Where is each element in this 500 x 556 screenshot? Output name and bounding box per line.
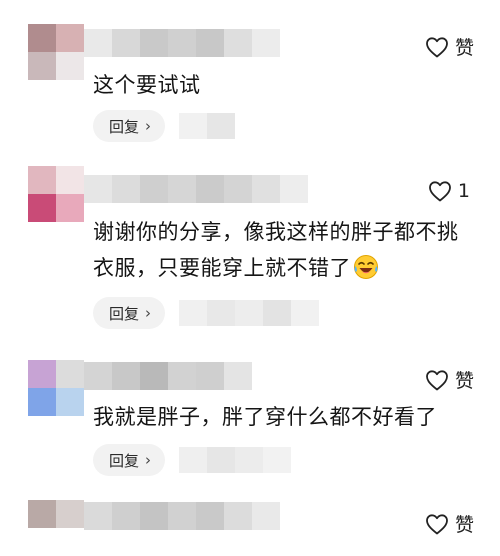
- reply-button[interactable]: 回复 ›: [93, 297, 166, 329]
- like-label: 赞: [454, 370, 474, 392]
- heart-icon: [429, 181, 451, 202]
- like-count: 1: [457, 180, 470, 202]
- reply-label: 回复: [109, 451, 140, 470]
- avatar[interactable]: [28, 166, 84, 222]
- username[interactable]: [84, 29, 284, 57]
- like-button[interactable]: 1: [428, 180, 470, 202]
- reply-button[interactable]: 回复 ›: [93, 444, 166, 476]
- blurred-meta: [179, 113, 236, 139]
- laughing-crying-emoji-icon: [354, 255, 378, 279]
- heart-icon: [426, 369, 448, 390]
- reply-button[interactable]: 回复 ›: [93, 110, 166, 142]
- like-label: 赞: [454, 37, 474, 59]
- username[interactable]: [84, 502, 284, 530]
- username[interactable]: [84, 175, 314, 203]
- comment-text: 谢谢你的分享，像我这样的胖子都不挑 衣服，只要能穿上就不错了: [93, 220, 459, 280]
- heart-icon: [426, 513, 448, 534]
- blurred-meta: [179, 300, 320, 326]
- chevron-right-icon: ›: [145, 304, 152, 322]
- avatar[interactable]: [28, 360, 84, 416]
- chevron-right-icon: ›: [145, 117, 152, 135]
- username[interactable]: [84, 362, 254, 390]
- like-button[interactable]: 赞: [425, 510, 474, 537]
- chevron-right-icon: ›: [145, 451, 152, 469]
- blurred-meta: [179, 447, 292, 473]
- like-label: 赞: [454, 514, 474, 536]
- like-button[interactable]: 赞: [425, 366, 474, 393]
- comment-text: 我就是胖子，胖了穿什么都不好看了: [93, 405, 437, 429]
- reply-label: 回复: [109, 304, 140, 323]
- avatar[interactable]: [28, 24, 84, 80]
- heart-icon: [426, 36, 448, 57]
- reply-label: 回复: [109, 117, 140, 136]
- like-button[interactable]: 赞: [425, 33, 474, 60]
- comment-text: 这个要试试: [93, 73, 201, 97]
- avatar[interactable]: [28, 500, 84, 556]
